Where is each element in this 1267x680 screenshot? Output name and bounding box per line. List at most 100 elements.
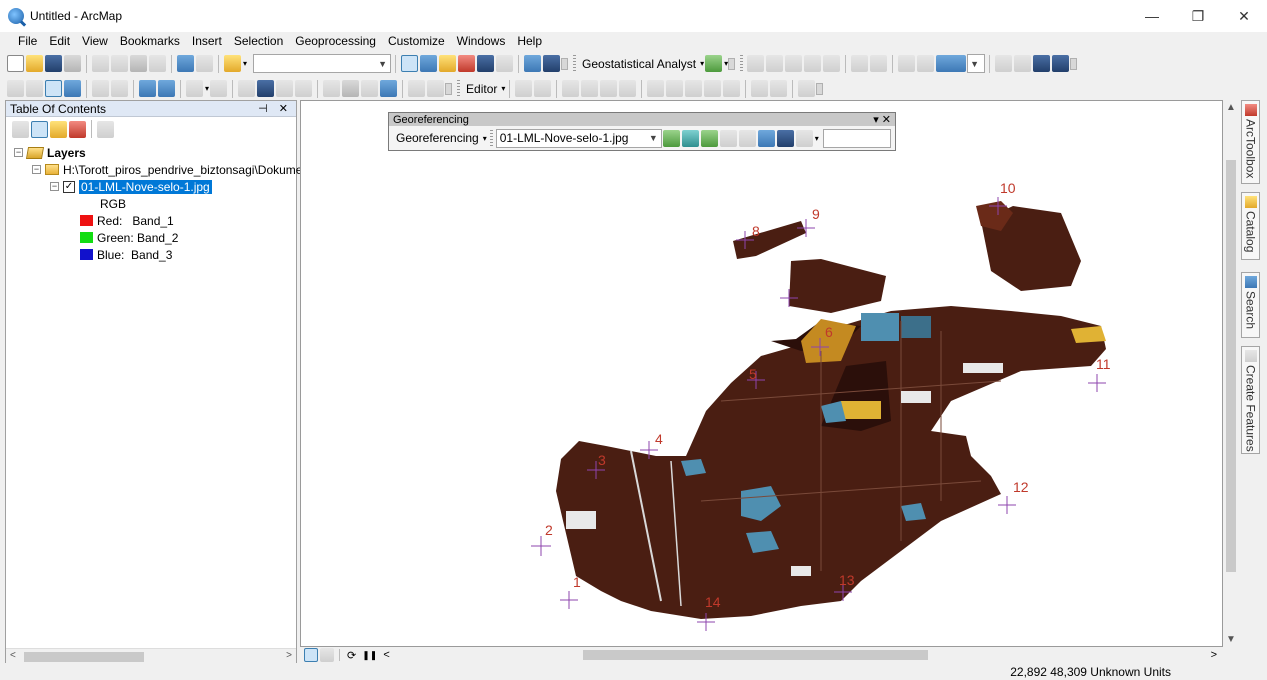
back-arrow-icon[interactable] xyxy=(139,80,156,97)
list-by-visibility-icon[interactable] xyxy=(50,120,67,138)
multiple-control-points-icon[interactable] xyxy=(700,129,718,147)
restore-button[interactable]: ❐ xyxy=(1175,0,1221,32)
arctoolbox-icon[interactable] xyxy=(458,55,476,72)
find-route-icon[interactable] xyxy=(361,80,379,97)
tree-row-raster-layer[interactable]: − ✓ 01-LML-Nove-selo-1.jpg xyxy=(50,178,212,195)
full-extent-globe-icon[interactable] xyxy=(64,80,81,97)
collapse-icon[interactable]: − xyxy=(32,165,41,174)
select-features-icon[interactable] xyxy=(186,80,203,97)
map-vertical-scrollbar[interactable]: ▲ ▼ xyxy=(1223,100,1239,647)
menu-geoprocessing[interactable]: Geoprocessing xyxy=(289,34,382,48)
menu-windows[interactable]: Windows xyxy=(451,34,512,48)
layout-icon-2[interactable] xyxy=(870,55,888,72)
editor-dropdown-icon[interactable]: ▾ xyxy=(501,84,505,93)
georeferenced-map-image[interactable]: 1 2 3 4 5 6 8 9 10 11 12 13 14 xyxy=(301,101,1223,647)
attributes-icon[interactable] xyxy=(751,80,769,97)
editor-options-icon[interactable] xyxy=(816,82,824,95)
spatial-adjustment-icon-1[interactable] xyxy=(747,55,765,72)
new-document-icon[interactable] xyxy=(7,55,24,72)
reshape-icon[interactable] xyxy=(666,80,684,97)
view-link-table-icon[interactable] xyxy=(757,129,775,147)
add-data-dropdown-icon[interactable]: ▾ xyxy=(243,59,247,68)
vertical-scroll-thumb[interactable] xyxy=(1226,160,1236,572)
zoom-out-icon[interactable] xyxy=(26,80,43,97)
save-icon[interactable] xyxy=(45,55,62,72)
zoom-percent-box[interactable] xyxy=(936,55,967,72)
collapse-icon[interactable]: − xyxy=(14,148,23,157)
georeferencing-layer-select[interactable]: 01-LML-Nove-selo-1.jpg ▼ xyxy=(495,128,662,148)
cut-icon[interactable] xyxy=(92,55,109,72)
dock-tab-arctoolbox[interactable]: ArcToolbox xyxy=(1241,100,1260,184)
select-features-dropdown-icon[interactable]: ▾ xyxy=(205,84,209,93)
geostatistical-options-icon[interactable] xyxy=(728,57,736,70)
geostatistical-dropdown-icon[interactable]: ▾ xyxy=(700,59,704,68)
search-window-icon[interactable] xyxy=(524,55,542,72)
toggle-draft-mode-icon[interactable] xyxy=(995,55,1013,72)
hyperlink-icon[interactable] xyxy=(276,80,294,97)
refresh-icon[interactable]: ⟳ xyxy=(347,649,356,662)
georeferencing-close-icon[interactable]: ▾ ✕ xyxy=(873,113,891,126)
toolbar-options-icon[interactable] xyxy=(561,57,569,70)
list-by-drawing-order-icon[interactable] xyxy=(12,120,29,138)
model-builder-icon[interactable] xyxy=(496,55,514,72)
tools-options-icon[interactable] xyxy=(445,82,453,95)
editor-toolbar-icon[interactable] xyxy=(401,55,419,72)
scroll-right-icon[interactable]: > xyxy=(1211,649,1217,661)
toc-horizontal-scrollbar[interactable]: < > xyxy=(6,648,296,664)
create-features-icon[interactable] xyxy=(798,80,816,97)
menu-help[interactable]: Help xyxy=(511,34,548,48)
print-icon[interactable] xyxy=(64,55,81,72)
minimize-button[interactable]: — xyxy=(1129,0,1175,32)
paste-icon[interactable] xyxy=(130,55,147,72)
scroll-down-icon[interactable]: ▼ xyxy=(1226,634,1236,645)
geostatistical-analyst-menu[interactable]: Geostatistical Analyst xyxy=(579,57,699,71)
toc-options-icon[interactable] xyxy=(97,120,114,138)
scroll-thumb[interactable] xyxy=(24,652,144,662)
tree-row-band-green[interactable]: Green: Band_2 xyxy=(80,229,178,246)
dock-tab-catalog[interactable]: Catalog xyxy=(1241,192,1260,260)
copy-icon[interactable] xyxy=(111,55,128,72)
add-control-points-icon[interactable] xyxy=(662,129,680,147)
spatial-adjustment-icon-5[interactable] xyxy=(823,55,841,72)
scroll-up-icon[interactable]: ▲ xyxy=(1226,102,1236,113)
viewer-icon[interactable] xyxy=(776,129,794,147)
html-popup-icon[interactable] xyxy=(295,80,313,97)
menu-bookmarks[interactable]: Bookmarks xyxy=(114,34,186,48)
clear-selection-icon[interactable] xyxy=(210,80,228,97)
menu-insert[interactable]: Insert xyxy=(186,34,228,48)
undo-icon[interactable] xyxy=(177,55,194,72)
menu-file[interactable]: File xyxy=(12,34,43,48)
measure-icon[interactable] xyxy=(323,80,341,97)
find-binoculars-icon[interactable] xyxy=(342,80,360,97)
map-display[interactable]: 1 2 3 4 5 6 8 9 10 11 12 13 14 xyxy=(300,100,1223,647)
help-icon[interactable] xyxy=(543,55,561,72)
list-by-source-icon[interactable] xyxy=(31,120,48,138)
data-view-icon[interactable] xyxy=(304,648,318,662)
horizontal-scroll-thumb[interactable] xyxy=(583,650,928,660)
rotate-dropdown-icon[interactable]: ▾ xyxy=(815,134,819,143)
forward-arrow-icon[interactable] xyxy=(158,80,175,97)
raster-layer-name[interactable]: 01-LML-Nove-selo-1.jpg xyxy=(79,179,212,194)
cut-polygons-icon[interactable] xyxy=(685,80,703,97)
georeferencing-title-bar[interactable]: Georeferencing ▾ ✕ xyxy=(389,113,895,126)
point-icon[interactable] xyxy=(619,80,637,97)
select-link-icon[interactable] xyxy=(719,129,737,147)
menu-view[interactable]: View xyxy=(76,34,114,48)
change-layout-icon[interactable] xyxy=(1033,55,1051,72)
straight-segment-icon[interactable] xyxy=(562,80,580,97)
edit-vertices-icon[interactable] xyxy=(647,80,665,97)
spatial-adjustment-icon-3[interactable] xyxy=(785,55,803,72)
sketch-properties-icon[interactable] xyxy=(770,80,788,97)
list-by-selection-icon[interactable] xyxy=(69,120,86,138)
fixed-zoom-out-icon[interactable] xyxy=(111,80,128,97)
menu-customize[interactable]: Customize xyxy=(382,34,451,48)
go-to-xy-icon[interactable] xyxy=(380,80,398,97)
pan-hand-icon[interactable] xyxy=(45,80,62,97)
chevron-down-icon[interactable]: ▼ xyxy=(649,133,658,143)
tree-row-folder[interactable]: − H:\Torott_piros_pendrive_biztonsagi\Do… xyxy=(32,161,309,178)
dock-tab-create-features[interactable]: Create Features xyxy=(1241,346,1260,454)
edit-tool-icon[interactable] xyxy=(515,80,533,97)
layout-icon-1[interactable] xyxy=(851,55,869,72)
layout-options-icon[interactable] xyxy=(1070,57,1078,70)
spatial-adjustment-icon-4[interactable] xyxy=(804,55,822,72)
